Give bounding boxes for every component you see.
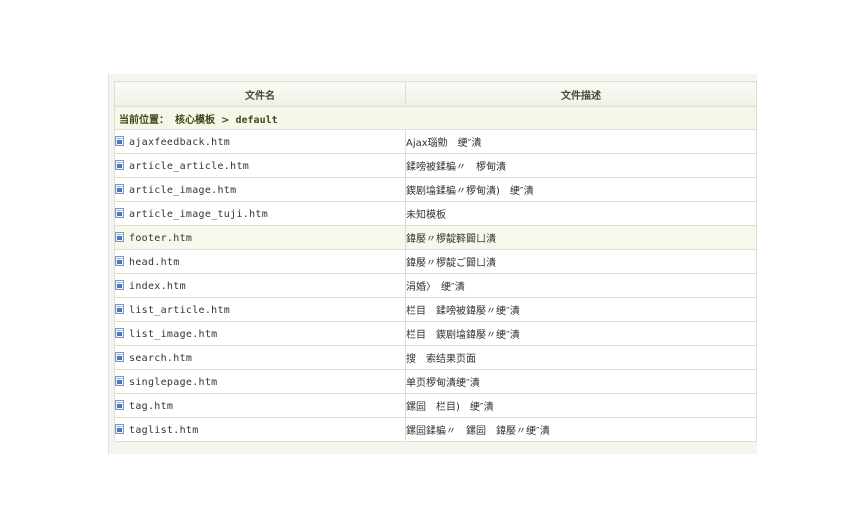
table-row: head.htm 鍏嬮〃椤靛ご閮ㄩ潰 [114,249,757,274]
file-name-link[interactable]: article_article.htm [129,161,249,172]
html-file-icon [115,255,124,266]
file-name-cell: taglist.htm [114,417,406,442]
file-name-link[interactable]: list_article.htm [129,305,230,316]
breadcrumb-current: default [235,114,278,126]
table-row: footer.htm 鍏嬮〃椤靛簳閮ㄩ潰 [114,225,757,250]
html-file-icon [115,303,124,314]
file-description-cell: 涓婚〉 绠″潰 [405,273,757,298]
breadcrumb-folder[interactable]: 核心模板 [175,115,215,126]
table-row: taglist.htm 鏍囩鍒楄〃 鏍囩 鍏嬮〃绠″潰 [114,417,757,442]
html-file-icon [115,159,124,170]
file-name-cell: ajaxfeedback.htm [114,129,406,154]
html-file-icon [115,351,124,362]
file-name-cell: list_article.htm [114,297,406,322]
html-file-icon [115,327,124,338]
file-description-cell: 鏍囩鍒楄〃 鏍囩 鍏嬮〃绠″潰 [405,417,757,442]
file-name-link[interactable]: ajaxfeedback.htm [129,137,230,148]
file-name-cell: index.htm [114,273,406,298]
file-name-link[interactable]: head.htm [129,257,180,268]
html-file-icon [115,135,124,146]
file-name-cell: tag.htm [114,393,406,418]
file-name-link[interactable]: tag.htm [129,401,173,412]
html-file-icon [115,231,124,242]
file-name-link[interactable]: article_image.htm [129,185,236,196]
file-description-cell: 鍥剧墖鍒楄〃椤甸潰) 绠″潰 [405,177,757,202]
file-name-cell: head.htm [114,249,406,274]
file-name-cell: article_article.htm [114,153,406,178]
file-name-cell: search.htm [114,345,406,370]
table-row: ajaxfeedback.htm Ajax瑙勯 绠″潰 [114,129,757,154]
file-name-cell: singlepage.htm [114,369,406,394]
file-description-cell: 单页椤甸潰绠″潰 [405,369,757,394]
location-breadcrumb: 当前位置： 核心模板 > default [114,106,757,130]
table-row: article_article.htm 鍒嗙被鍒楄〃 椤甸潰 [114,153,757,178]
file-name-link[interactable]: footer.htm [129,233,192,244]
file-name-link[interactable]: index.htm [129,281,186,292]
table-row: list_article.htm 栏目 鍒嗙被鍏嬮〃绠″潰 [114,297,757,322]
file-name-link[interactable]: article_image_tuji.htm [129,209,268,220]
file-name-link[interactable]: singlepage.htm [129,377,218,388]
file-name-cell: footer.htm [114,225,406,250]
file-description-cell: 鍏嬮〃椤靛簳閮ㄩ潰 [405,225,757,250]
file-name-link[interactable]: search.htm [129,353,192,364]
column-header-filename: 文件名 [114,81,406,107]
table-row: list_image.htm 栏目 鍥剧墖鍏嬮〃绠″潰 [114,321,757,346]
file-description-cell: 未知模板 [405,201,757,226]
breadcrumb: 当前位置： 核心模板 > default [114,106,757,130]
file-name-cell: article_image_tuji.htm [114,201,406,226]
file-description-cell: 搜 索结果页面 [405,345,757,370]
html-file-icon [115,399,124,410]
table-row: article_image.htm 鍥剧墖鍒楄〃椤甸潰) 绠″潰 [114,177,757,202]
file-name-cell: article_image.htm [114,177,406,202]
table-header-row: 文件名 文件描述 [114,81,757,107]
html-file-icon [115,423,124,434]
file-description-cell: Ajax瑙勯 绠″潰 [405,129,757,154]
template-file-table: 文件名 文件描述 当前位置： 核心模板 > default ajaxfeedba… [114,81,757,442]
file-name-link[interactable]: list_image.htm [129,329,218,340]
table-row: article_image_tuji.htm 未知模板 [114,201,757,226]
file-description-cell: 栏目 鍥剧墖鍏嬮〃绠″潰 [405,321,757,346]
file-description-cell: 鍏嬮〃椤靛ご閮ㄩ潰 [405,249,757,274]
html-file-icon [115,279,124,290]
html-file-icon [115,183,124,194]
table-row: search.htm 搜 索结果页面 [114,345,757,370]
html-file-icon [115,207,124,218]
table-row: singlepage.htm 单页椤甸潰绠″潰 [114,369,757,394]
file-description-cell: 鏍囩 栏目) 绠″潰 [405,393,757,418]
html-file-icon [115,375,124,386]
column-header-description: 文件描述 [405,81,757,107]
breadcrumb-separator: > [221,114,230,126]
file-description-cell: 鍒嗙被鍒楄〃 椤甸潰 [405,153,757,178]
file-name-link[interactable]: taglist.htm [129,425,199,436]
breadcrumb-label: 当前位置： [119,114,169,126]
file-name-cell: list_image.htm [114,321,406,346]
table-row: index.htm 涓婚〉 绠″潰 [114,273,757,298]
file-description-cell: 栏目 鍒嗙被鍏嬮〃绠″潰 [405,297,757,322]
table-row: tag.htm 鏍囩 栏目) 绠″潰 [114,393,757,418]
